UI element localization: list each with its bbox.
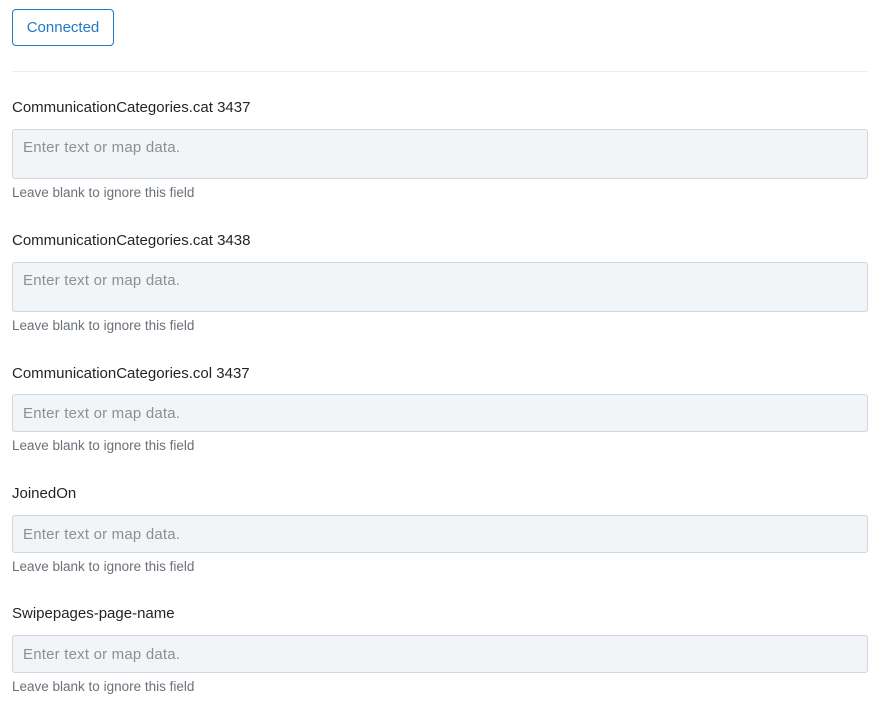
field-label: CommunicationCategories.cat 3438 bbox=[12, 232, 251, 249]
field-joined-on: JoinedOn Leave blank to ignore this fiel… bbox=[12, 485, 868, 577]
field-label: CommunicationCategories.col 3437 bbox=[12, 365, 250, 382]
field-label: CommunicationCategories.cat 3437 bbox=[12, 99, 251, 116]
field-communication-categories-cat-3438: CommunicationCategories.cat 3438 Leave b… bbox=[12, 232, 868, 336]
swipepages-page-name-input[interactable] bbox=[12, 635, 868, 673]
connected-button[interactable]: Connected bbox=[12, 9, 114, 46]
field-communication-categories-cat-3437: CommunicationCategories.cat 3437 Leave b… bbox=[12, 99, 868, 203]
field-label: JoinedOn bbox=[12, 485, 77, 502]
communication-categories-cat-3438-input[interactable] bbox=[12, 262, 868, 312]
field-help-text: Leave blank to ignore this field bbox=[12, 679, 195, 694]
field-help-text: Leave blank to ignore this field bbox=[12, 185, 195, 200]
field-help-text: Leave blank to ignore this field bbox=[12, 438, 195, 453]
communication-categories-col-3437-input[interactable] bbox=[12, 394, 868, 432]
joined-on-input[interactable] bbox=[12, 515, 868, 553]
communication-categories-cat-3437-input[interactable] bbox=[12, 129, 868, 179]
field-label: Swipepages-page-name bbox=[12, 605, 175, 622]
field-swipepages-page-name: Swipepages-page-name Leave blank to igno… bbox=[12, 605, 868, 697]
field-communication-categories-col-3437: CommunicationCategories.col 3437 Leave b… bbox=[12, 365, 868, 457]
field-help-text: Leave blank to ignore this field bbox=[12, 559, 195, 574]
section-divider bbox=[12, 71, 867, 72]
field-help-text: Leave blank to ignore this field bbox=[12, 318, 195, 333]
